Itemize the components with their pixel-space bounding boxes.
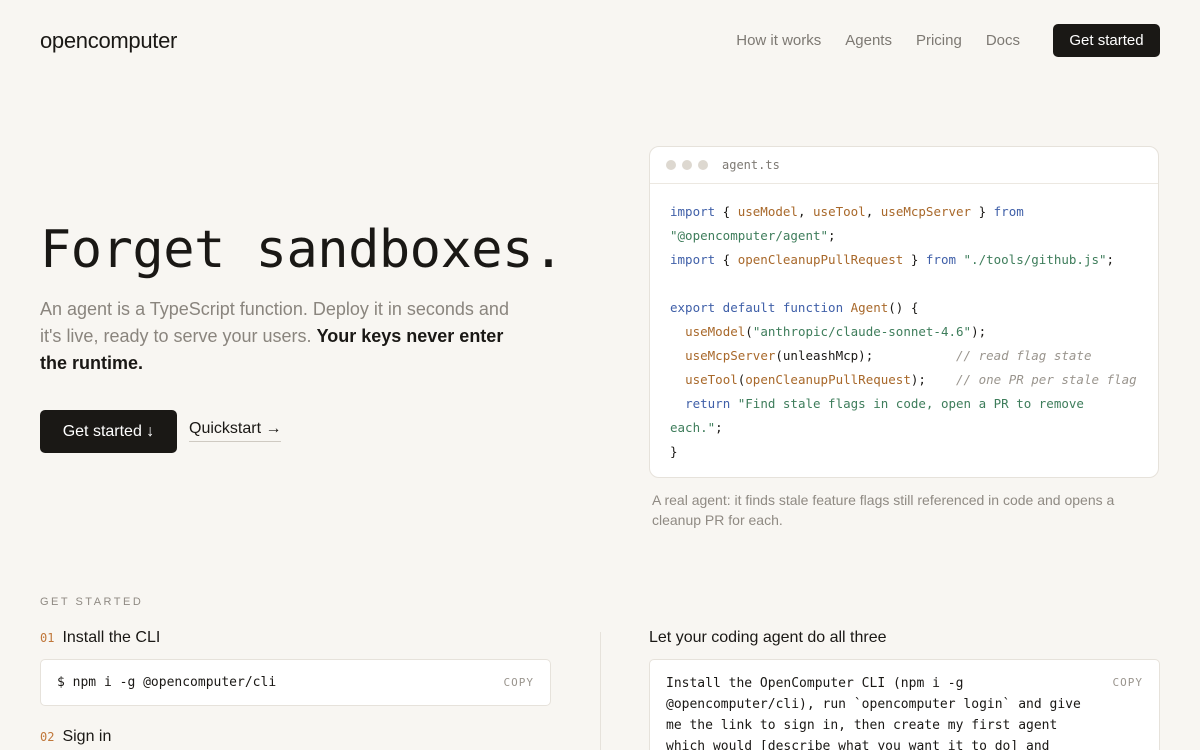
window-dot-icon <box>698 160 708 170</box>
window-dot-icon <box>682 160 692 170</box>
coding-agent-title: Let your coding agent do all three <box>649 629 887 646</box>
code-filename: agent.ts <box>722 158 780 172</box>
code-caption: A real agent: it finds stale feature fla… <box>652 492 1115 528</box>
install-command-box: $ npm i -g @opencomputer/cli COPY <box>40 659 551 706</box>
code-card: agent.ts import { useModel, useTool, use… <box>649 146 1159 478</box>
nav-link-agents[interactable]: Agents <box>845 32 892 49</box>
coding-agent-prompt[interactable]: Install the OpenComputer CLI (npm i -g @… <box>666 673 1096 750</box>
step-number: 01 <box>40 631 55 645</box>
nav-get-started-button[interactable]: Get started <box>1053 24 1160 57</box>
nav-links: How it works Agents Pricing Docs Get sta… <box>736 24 1160 57</box>
copy-command-button[interactable]: COPY <box>504 676 535 689</box>
step-number: 02 <box>40 730 55 744</box>
section-divider <box>600 632 601 750</box>
hero-subtitle: An agent is a TypeScript function. Deplo… <box>40 296 510 377</box>
copy-prompt-button[interactable]: COPY <box>1113 676 1144 689</box>
quickstart-link[interactable]: Quickstart → <box>189 420 282 442</box>
nav-link-how-it-works[interactable]: How it works <box>736 32 821 49</box>
nav-link-docs[interactable]: Docs <box>986 32 1020 49</box>
logo[interactable]: opencomputer <box>40 28 177 54</box>
step-install-cli-title: 01 Install the CLI <box>40 629 160 647</box>
window-dot-icon <box>666 160 676 170</box>
code-card-header: agent.ts <box>650 147 1158 184</box>
top-nav: opencomputer How it works Agents Pricing… <box>40 24 1160 57</box>
code-block: import { useModel, useTool, useMcpServer… <box>670 204 1137 459</box>
hero-get-started-button[interactable]: Get started ↓ <box>40 410 177 453</box>
step-title-text: Sign in <box>62 728 112 745</box>
section-label-get-started: GET STARTED <box>40 596 144 608</box>
nav-link-pricing[interactable]: Pricing <box>916 32 962 49</box>
coding-agent-prompt-box: Install the OpenComputer CLI (npm i -g @… <box>649 659 1160 750</box>
step-title-text: Install the CLI <box>62 629 161 646</box>
install-command[interactable]: $ npm i -g @opencomputer/cli <box>57 675 276 690</box>
step-sign-in-title: 02 Sign in <box>40 728 111 746</box>
hero-title: Forget sandboxes. <box>40 220 564 280</box>
